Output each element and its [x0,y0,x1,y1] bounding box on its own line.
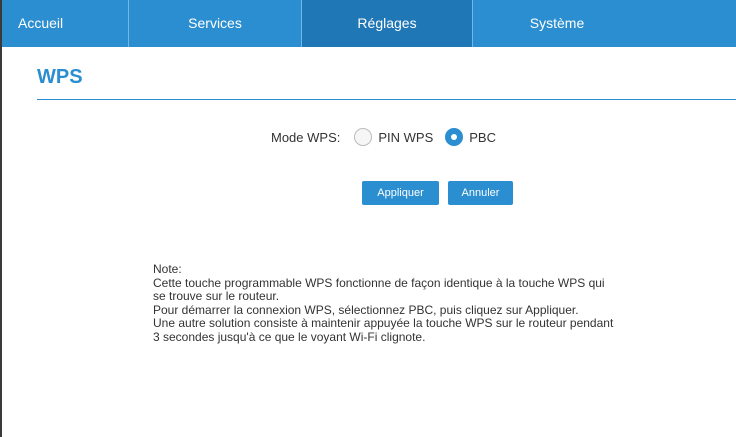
page-title: WPS [37,66,83,88]
nav-separator [301,0,302,47]
nav-item-systeme[interactable]: Système [473,0,641,47]
note-line: Une autre solution consiste à maintenir … [153,316,614,330]
note-block: Note: Cette touche programmable WPS fonc… [153,262,733,344]
cancel-button[interactable]: Annuler [448,181,513,205]
pin-wps-option[interactable]: PIN WPS [354,128,433,146]
note-line: 3 secondes jusqu'à ce que le voyant Wi-F… [153,329,426,344]
pbc-label: PBC [469,129,496,145]
apply-button[interactable]: Appliquer [362,181,439,205]
note-heading: Note: [153,262,182,276]
pbc-radio[interactable] [445,128,464,146]
title-divider [37,99,736,100]
nav-item-accueil[interactable]: Accueil [2,0,128,47]
nav-item-services[interactable]: Services [129,0,301,47]
note-line: Cette touche programmable WPS fonctionne… [153,275,605,290]
note-line: Pour démarrer la connexion WPS, sélectio… [153,302,579,317]
note-line: se trouve sur le routeur. [153,289,280,303]
top-nav: Accueil Services Réglages Système [2,0,736,47]
nav-item-reglages[interactable]: Réglages [302,0,472,47]
wps-mode-row: Mode WPS: PIN WPS PBC [271,128,496,146]
window-left-edge [0,0,2,437]
wps-mode-label: Mode WPS: [271,129,341,145]
pin-wps-label: PIN WPS [378,129,434,145]
pbc-option[interactable]: PBC [445,128,496,146]
nav-separator [128,0,129,47]
pin-wps-radio[interactable] [354,128,373,146]
nav-separator [472,0,473,47]
